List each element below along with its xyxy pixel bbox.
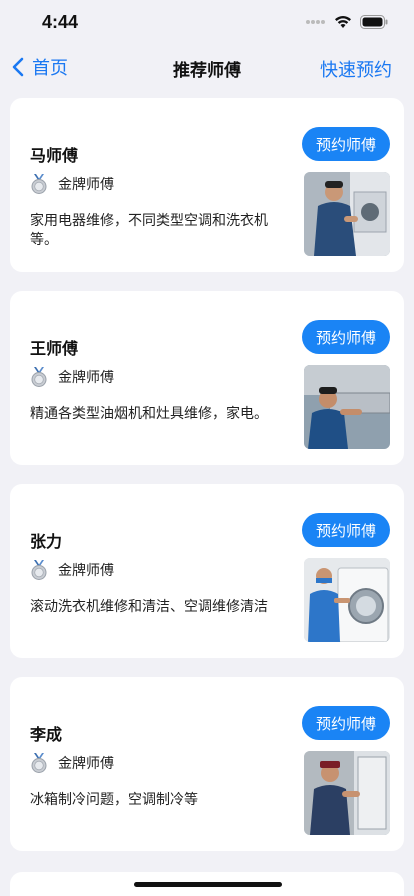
medal-icon xyxy=(31,174,47,194)
master-description: 滚动洗衣机维修和清洁、空调维修清洁 xyxy=(30,599,268,615)
master-description: 精通各类型油烟机和灶具维修，家电。 xyxy=(30,406,268,422)
technician-air-conditioner-photo xyxy=(304,172,390,256)
master-name: 李成 xyxy=(30,725,63,744)
badge-label: 金牌师傅 xyxy=(58,563,114,579)
book-master-button[interactable]: 预约师傅 xyxy=(302,513,390,547)
master-card[interactable]: 张力 金牌师傅 滚动洗衣机维修和清洁、空调维修清洁 预约师傅 xyxy=(10,484,404,658)
master-badge: 金牌师傅 xyxy=(30,753,114,773)
master-name: 张力 xyxy=(30,532,63,551)
wifi-icon xyxy=(335,16,351,28)
navigation-bar: 首页 推荐师傅 快速预约 xyxy=(0,46,414,90)
technician-range-hood-photo xyxy=(304,365,390,449)
medal-icon xyxy=(31,560,47,580)
status-bar: 4:44 xyxy=(0,0,414,46)
medal-icon xyxy=(31,753,47,773)
badge-label: 金牌师傅 xyxy=(58,370,114,386)
quick-book-button[interactable]: 快速预约 xyxy=(320,56,392,82)
home-indicator xyxy=(134,882,282,887)
master-card[interactable]: 李成 金牌师傅 冰箱制冷问题，空调制冷等 预约师傅 xyxy=(10,677,404,851)
book-master-button[interactable]: 预约师傅 xyxy=(302,320,390,354)
master-description: 家用电器维修，不同类型空调和洗衣机等。 xyxy=(30,213,268,248)
medal-icon xyxy=(31,367,47,387)
master-card[interactable]: 马师傅 金牌师傅 家用电器维修，不同类型空调和洗衣机等。 预约师傅 xyxy=(10,98,404,272)
master-name: 王师傅 xyxy=(30,339,79,358)
book-master-button[interactable]: 预约师傅 xyxy=(302,706,390,740)
master-name: 马师傅 xyxy=(30,146,79,165)
master-description: 冰箱制冷问题，空调制冷等 xyxy=(30,792,198,808)
technician-refrigerator-photo xyxy=(304,751,390,835)
status-icons xyxy=(306,15,388,29)
signal-icon xyxy=(306,20,325,24)
badge-label: 金牌师傅 xyxy=(58,756,114,772)
master-badge: 金牌师傅 xyxy=(30,367,114,387)
badge-label: 金牌师傅 xyxy=(58,177,114,193)
master-card[interactable]: 王师傅 金牌师傅 精通各类型油烟机和灶具维修，家电。 预约师傅 xyxy=(10,291,404,465)
book-master-button[interactable]: 预约师傅 xyxy=(302,127,390,161)
battery-icon xyxy=(360,15,388,29)
master-badge: 金牌师傅 xyxy=(30,560,114,580)
status-time: 4:44 xyxy=(42,12,79,32)
technician-washing-machine-photo xyxy=(304,558,390,642)
master-badge: 金牌师傅 xyxy=(30,174,114,194)
